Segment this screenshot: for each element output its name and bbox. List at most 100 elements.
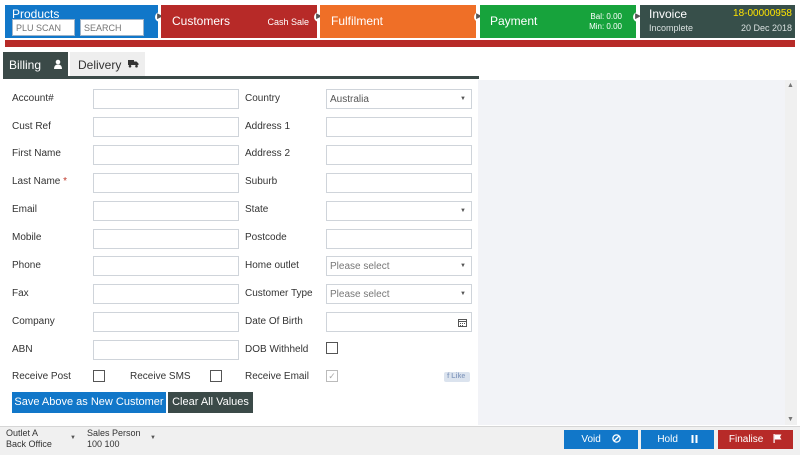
void-label: Void [581,434,601,445]
required-mark: * [63,176,68,187]
first-name-label: First Name [12,148,61,159]
email-label: Email [12,204,38,215]
country-label: Country [245,93,281,104]
receive-post-label: Receive Post [12,371,71,382]
customer-type-select[interactable]: Please select ▼ [326,284,472,304]
save-new-customer-button[interactable]: Save Above as New Customer [12,392,166,413]
cash-sale-label: Cash Sale [267,17,309,27]
invoice-date: 20 Dec 2018 [740,23,792,33]
first-name-field[interactable] [93,145,239,165]
dob-field[interactable] [326,312,472,332]
step-customers-title: Customers [172,14,231,28]
calendar-icon[interactable] [458,318,467,327]
mobile-field[interactable] [93,229,239,249]
receive-sms-label: Receive SMS [130,371,191,382]
step-products[interactable]: Products [5,5,158,38]
tab-delivery-label: Delivery [78,58,122,72]
dob-label: Date Of Birth [245,316,303,327]
finalise-label: Finalise [728,434,764,445]
caret-down-icon: ▼ [460,263,466,269]
postcode-label: Postcode [245,232,287,243]
invoice-status: Incomplete [649,23,694,33]
user-icon [54,59,62,69]
postcode-field[interactable] [326,229,472,249]
invoice-number: 18-00000958 [733,8,792,19]
step-customers[interactable]: Customers Cash Sale [161,5,317,38]
truck-icon [128,60,139,68]
last-name-label: Last Name * [12,176,68,187]
caret-down-icon: ▼ [460,208,466,214]
payment-minimum: Min: 0.00 [589,22,622,31]
home-outlet-label: Home outlet [245,260,299,271]
account-field[interactable] [93,89,239,109]
mobile-label: Mobile [12,232,42,243]
step-invoice-title: Invoice [649,7,688,21]
step-fulfilment-title: Fulfilment [331,14,384,28]
dob-withheld-checkbox[interactable] [326,342,338,354]
abn-field[interactable] [93,340,239,360]
dob-withheld-label: DOB Withheld [245,344,309,355]
home-outlet-select[interactable]: Please select ▼ [326,256,472,276]
abn-label: ABN [12,344,33,355]
clear-all-button[interactable]: Clear All Values [168,392,253,413]
tab-delivery[interactable]: Delivery [70,52,145,77]
address1-field[interactable] [326,117,472,137]
facebook-like-icon[interactable]: f Like [444,372,470,382]
step-payment[interactable]: Payment Bal: 0.00 Min: 0.00 [480,5,636,38]
caret-down-icon[interactable]: ▼ [70,435,76,441]
hold-label: Hold [657,434,678,445]
payment-balance: Bal: 0.00 [590,12,622,21]
account-label: Account# [12,93,54,104]
phone-field[interactable] [93,256,239,276]
fax-label: Fax [12,288,29,299]
finalise-button[interactable]: Finalise [718,430,793,449]
suburb-label: Suburb [245,176,278,187]
cancel-circle-icon [611,434,621,443]
caret-down-icon: ▼ [460,291,466,297]
pause-icon [691,435,698,443]
state-label: State [245,204,269,215]
company-label: Company [12,316,55,327]
header-divider [5,40,795,47]
step-fulfilment[interactable]: Fulfilment [320,5,476,38]
phone-label: Phone [12,260,41,271]
home-outlet-placeholder: Please select [330,261,390,272]
address2-field[interactable] [326,145,472,165]
receive-email-checkbox[interactable]: ✓ [326,370,338,382]
caret-down-icon: ▼ [460,96,466,102]
plu-scan-input[interactable] [12,19,75,36]
fax-field[interactable] [93,284,239,304]
cust-ref-label: Cust Ref [12,121,51,132]
tab-billing-label: Billing [9,58,42,72]
scroll-up-icon[interactable]: ▲ [787,82,794,89]
caret-down-icon[interactable]: ▼ [150,435,156,441]
step-invoice[interactable]: Invoice 18-00000958 Incomplete 20 Dec 20… [640,5,795,38]
scrollbar[interactable]: ▲ ▼ [785,80,797,425]
country-value: Australia [330,94,369,105]
scroll-down-icon[interactable]: ▼ [787,416,794,423]
customer-type-placeholder: Please select [330,289,390,300]
receive-post-checkbox[interactable] [93,370,105,382]
suburb-field[interactable] [326,173,472,193]
sales-person-value[interactable]: 100 100 [87,439,120,450]
customer-type-label: Customer Type [245,288,313,299]
hold-button[interactable]: Hold [641,430,714,449]
last-name-field[interactable] [93,173,239,193]
receive-sms-checkbox[interactable] [210,370,222,382]
void-button[interactable]: Void [564,430,638,449]
cust-ref-field[interactable] [93,117,239,137]
flag-icon [773,434,782,443]
state-select[interactable]: ▼ [326,201,472,221]
tab-billing[interactable]: Billing [3,52,68,77]
outlet-name[interactable]: Outlet A [6,428,38,439]
office-name[interactable]: Back Office [6,439,52,450]
email-field[interactable] [93,201,239,221]
address2-label: Address 2 [245,148,291,159]
address1-label: Address 1 [245,121,291,132]
sales-person-label: Sales Person [87,428,141,438]
step-payment-title: Payment [490,14,538,28]
country-select[interactable]: Australia ▼ [326,89,472,109]
product-search-input[interactable] [80,19,144,36]
receive-email-label: Receive Email [245,371,309,382]
company-field[interactable] [93,312,239,332]
